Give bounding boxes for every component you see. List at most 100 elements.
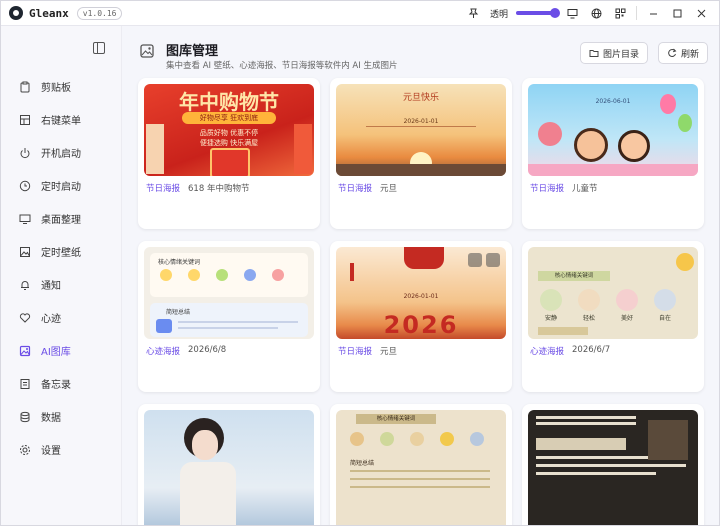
image-thumbnail[interactable]: 核心情绪关键词 简短总结	[144, 247, 314, 339]
image-thumbnail[interactable]	[528, 410, 698, 525]
clock-icon	[19, 180, 31, 192]
sidebar: 剪贴板 右键菜单 开机启动 定时启动 桌面整理 定时壁纸 通知 心迹 AI图库 …	[1, 26, 122, 525]
thumbnail-text: 安静	[544, 315, 557, 322]
decor-knot	[350, 263, 354, 281]
page-title: 图库管理	[166, 44, 219, 59]
app-window: Gleanx v1.0.16 透明 剪贴板 右键菜单 开机启动 定时启动 桌面整…	[0, 0, 720, 526]
rocket-icon	[244, 269, 256, 281]
sidebar-item-label: 开机启动	[41, 149, 81, 160]
sidebar-item-memo[interactable]: 备忘录	[9, 367, 113, 400]
monitor-icon[interactable]	[564, 5, 580, 21]
sprout-icon	[380, 432, 394, 446]
card-meta: 节日海报 元旦	[338, 345, 397, 357]
decor-box	[146, 124, 164, 174]
sidebar-item-label: 桌面整理	[41, 215, 81, 226]
sidebar-item-scheduled-start[interactable]: 定时启动	[9, 169, 113, 202]
sidebar-item-label: 剪贴板	[41, 83, 71, 94]
image-card[interactable]	[138, 404, 320, 525]
database-icon	[19, 411, 31, 423]
eye-icon[interactable]	[468, 253, 482, 267]
image-thumbnail[interactable]: 核心情绪关键词 简短总结	[336, 410, 506, 525]
lollipop-icon	[538, 122, 562, 146]
close-icon[interactable]	[693, 5, 709, 21]
sidebar-item-data[interactable]: 数据	[9, 400, 113, 433]
thumbnail-heading: 年中购物节	[179, 90, 279, 114]
image-folder-button[interactable]: 图片目录	[580, 42, 649, 64]
sidebar-item-desktop-organize[interactable]: 桌面整理	[9, 202, 113, 235]
cup-icon	[578, 289, 600, 311]
decor-line	[536, 422, 636, 425]
sidebar-item-label: 数据	[41, 413, 61, 424]
decor-ground	[528, 164, 698, 176]
opacity-label: 透明	[489, 9, 508, 20]
child-face	[574, 128, 608, 162]
image-card[interactable]: 核心情绪关键词 安静 轻松 美好 自在 心迹海报 2026/6/7	[522, 241, 704, 392]
image-thumbnail[interactable]: 2026-01-01 2026	[336, 247, 506, 339]
card-desc: 元旦	[380, 347, 398, 357]
app-name: Gleanx	[29, 6, 69, 20]
refresh-button[interactable]: 刷新	[658, 42, 709, 64]
sidebar-item-notifications[interactable]: 通知	[9, 268, 113, 301]
image-icon	[19, 246, 31, 258]
sidebar-item-scheduled-wallpaper[interactable]: 定时壁纸	[9, 235, 113, 268]
portrait-body	[180, 462, 236, 525]
minimize-icon[interactable]	[645, 5, 661, 21]
sidebar-collapse-button[interactable]	[93, 42, 105, 54]
sidebar-item-ai-gallery[interactable]: AI图库	[9, 334, 113, 367]
globe-icon[interactable]	[588, 5, 604, 21]
image-thumbnail[interactable]: 2026-06-01	[528, 84, 698, 176]
heart-icon	[19, 312, 31, 324]
image-card[interactable]: 2026-01-01 2026 节日海报 元旦	[330, 241, 512, 392]
card-tag: 节日海报	[338, 347, 373, 357]
opacity-slider[interactable]	[516, 8, 560, 18]
pin-icon[interactable]	[466, 5, 482, 21]
sidebar-item-heart-trace[interactable]: 心迹	[9, 301, 113, 334]
thumbnail-text: 2026-01-01	[403, 293, 439, 300]
image-card[interactable]: 元旦快乐 2026-01-01 节日海报 元旦	[330, 78, 512, 229]
card-tag: 心迹海报	[146, 347, 181, 357]
image-card[interactable]: 2026-06-01 节日海报 儿童节	[522, 78, 704, 229]
image-thumbnail[interactable]: 年中购物节 好物尽享 狂欢到底 品质好物 优惠不停 便捷选购 快乐满屋	[144, 84, 314, 176]
image-thumbnail[interactable]: 核心情绪关键词 安静 轻松 美好 自在	[528, 247, 698, 339]
decor-box	[156, 319, 172, 333]
decor-line	[536, 472, 656, 475]
clipboard-icon	[19, 81, 31, 93]
slider-knob[interactable]	[550, 8, 560, 18]
sidebar-item-context-menu[interactable]: 右键菜单	[9, 103, 113, 136]
flower-icon	[676, 253, 694, 271]
balloon-icon	[678, 114, 692, 132]
refresh-icon	[668, 48, 677, 58]
decor-line	[178, 321, 298, 323]
card-meta: 心迹海报 2026/6/7	[530, 345, 610, 357]
thumbnail-heading: 核心情绪关键词	[158, 259, 201, 266]
heart-icon	[616, 289, 638, 311]
decor-line	[536, 416, 636, 419]
image-card[interactable]: 核心情绪关键词 简短总结 心迹海报 2026/6/8	[138, 241, 320, 392]
sun-icon	[410, 432, 424, 446]
sidebar-nav: 剪贴板 右键菜单 开机启动 定时启动 桌面整理 定时壁纸 通知 心迹 AI图库 …	[9, 70, 113, 466]
image-card[interactable]: 年中购物节 好物尽享 狂欢到底 品质好物 优惠不停 便捷选购 快乐满屋 节日海报…	[138, 78, 320, 229]
image-card[interactable]	[522, 404, 704, 525]
sidebar-item-clipboard[interactable]: 剪贴板	[9, 70, 113, 103]
card-tag: 节日海报	[530, 184, 565, 194]
divider	[636, 6, 637, 20]
decor-line	[366, 126, 476, 127]
sidebar-item-settings[interactable]: 设置	[9, 433, 113, 466]
decor-tape	[538, 327, 588, 335]
image-thumbnail[interactable]	[144, 410, 314, 525]
cloud-icon	[654, 289, 676, 311]
decor-line	[178, 327, 278, 329]
sidebar-item-startup[interactable]: 开机启动	[9, 136, 113, 169]
sidebar-item-label: AI图库	[41, 347, 71, 358]
folder-icon	[589, 50, 599, 57]
card-meta: 节日海报 618 年中购物节	[146, 182, 249, 194]
folder-icon[interactable]	[486, 253, 500, 267]
sidebar-item-label: 设置	[41, 446, 61, 457]
desktop-icon	[19, 213, 31, 225]
image-thumbnail[interactable]: 元旦快乐 2026-01-01	[336, 84, 506, 176]
image-folder-button-label: 图片目录	[603, 49, 640, 60]
sidebar-item-label: 右键菜单	[41, 116, 81, 127]
qr-icon[interactable]	[612, 5, 628, 21]
maximize-icon[interactable]	[669, 5, 685, 21]
image-card[interactable]: 核心情绪关键词 简短总结	[330, 404, 512, 525]
